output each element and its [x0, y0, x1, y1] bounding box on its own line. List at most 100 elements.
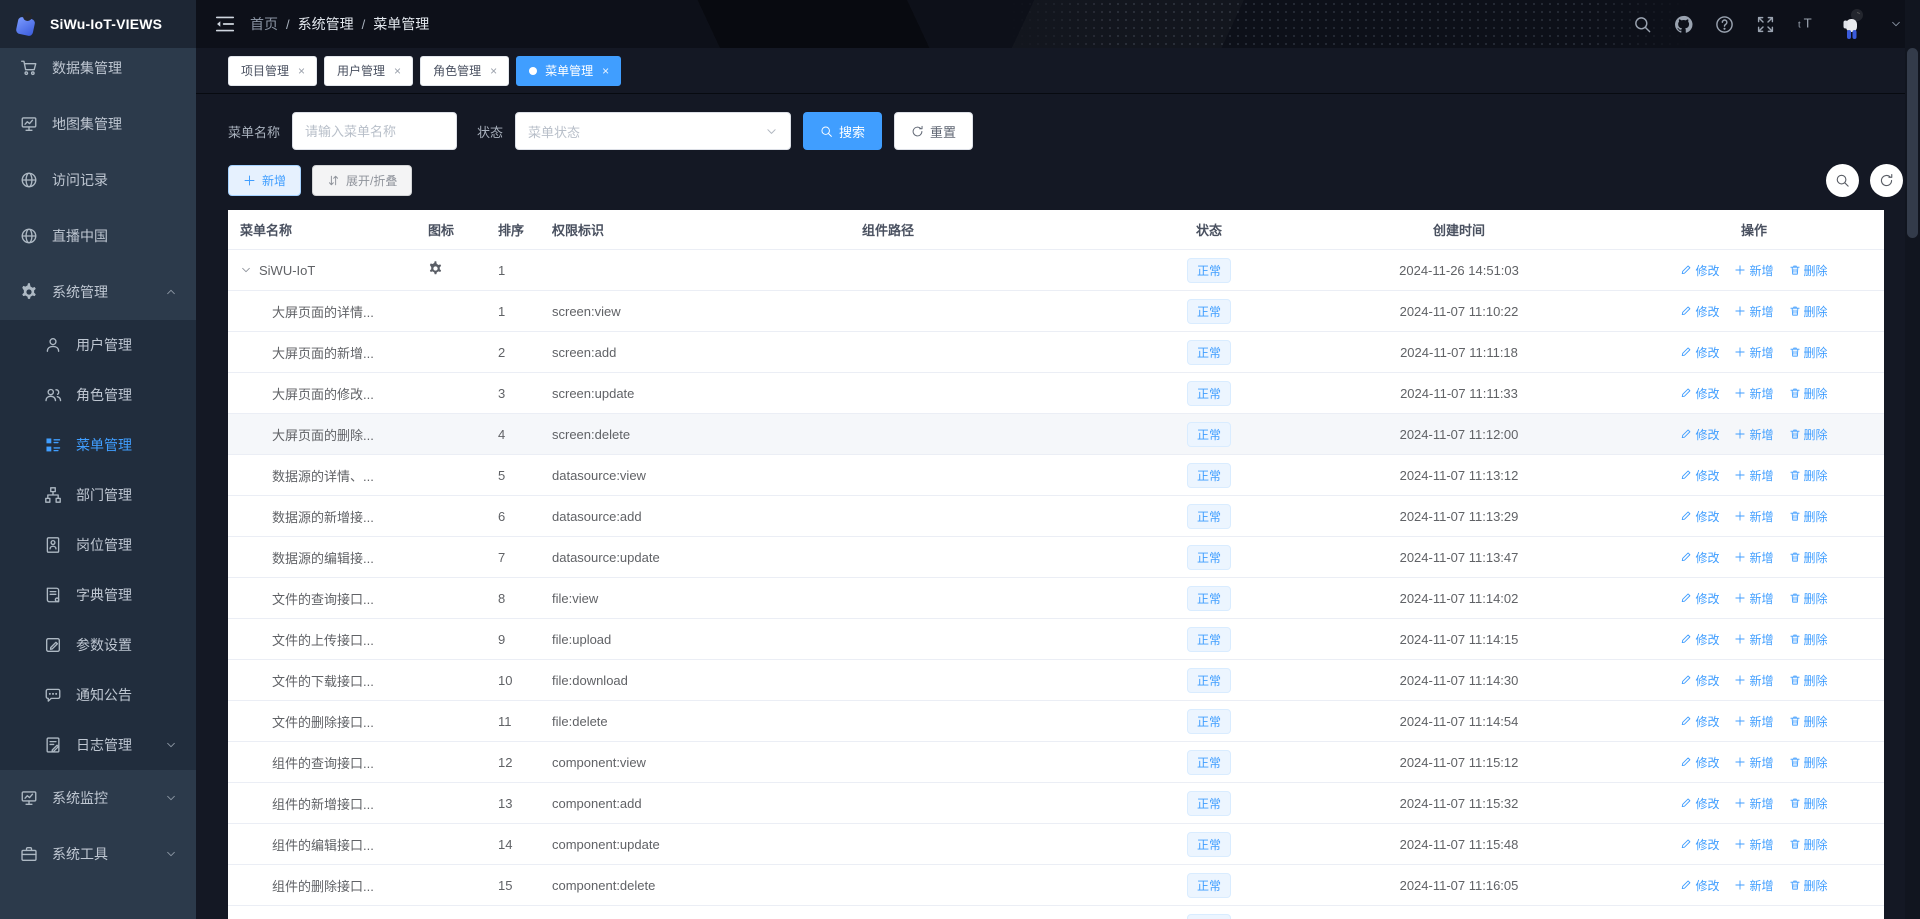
row-action-delete[interactable]: 删除 — [1789, 795, 1828, 812]
row-action-add[interactable]: 新增 — [1734, 303, 1773, 320]
sidebar-item-visit-log[interactable]: 访问记录 — [0, 152, 196, 208]
row-action-edit[interactable]: 修改 — [1680, 713, 1719, 730]
row-action-delete[interactable]: 删除 — [1789, 426, 1828, 443]
table-row[interactable]: 大屏页面的详情...1screen:view正常2024-11-07 11:10… — [228, 291, 1884, 332]
row-action-delete[interactable]: 删除 — [1789, 836, 1828, 853]
sidebar-item-atlas-mgmt[interactable]: 地图集管理 — [0, 96, 196, 152]
table-row[interactable]: 组件的删除接口...15component:delete正常2024-11-07… — [228, 865, 1884, 906]
row-action-delete[interactable]: 删除 — [1789, 262, 1828, 279]
vertical-scrollbar[interactable] — [1905, 0, 1920, 919]
refresh-table-button[interactable] — [1870, 164, 1903, 197]
tab-role-mgmt[interactable]: 角色管理× — [420, 56, 509, 86]
row-action-add[interactable]: 新增 — [1734, 836, 1773, 853]
reset-button[interactable]: 重置 — [894, 112, 973, 150]
tab-close-icon[interactable]: × — [489, 64, 498, 78]
row-action-edit[interactable]: 修改 — [1680, 877, 1719, 894]
row-action-delete[interactable]: 删除 — [1789, 672, 1828, 689]
table-row[interactable]: 大屏页面的新增...2screen:add正常2024-11-07 11:11:… — [228, 332, 1884, 373]
row-action-add[interactable]: 新增 — [1734, 590, 1773, 607]
row-action-edit[interactable]: 修改 — [1680, 672, 1719, 689]
tab-close-icon[interactable]: × — [601, 64, 610, 78]
row-action-edit[interactable]: 修改 — [1680, 467, 1719, 484]
row-action-add[interactable]: 新增 — [1734, 385, 1773, 402]
row-action-edit[interactable]: 修改 — [1680, 754, 1719, 771]
row-action-edit[interactable]: 修改 — [1680, 385, 1719, 402]
row-action-delete[interactable]: 删除 — [1789, 344, 1828, 361]
row-action-delete[interactable]: 删除 — [1789, 549, 1828, 566]
row-action-delete[interactable]: 删除 — [1789, 713, 1828, 730]
expand-caret-icon[interactable] — [240, 264, 252, 276]
search-button[interactable]: 搜索 — [803, 112, 882, 150]
tab-close-icon[interactable]: × — [393, 64, 402, 78]
row-action-delete[interactable]: 删除 — [1789, 754, 1828, 771]
row-action-edit[interactable]: 修改 — [1680, 262, 1719, 279]
tab-project-mgmt[interactable]: 项目管理× — [228, 56, 317, 86]
sidebar-item-dept-mgmt[interactable]: 部门管理 — [0, 470, 196, 520]
breadcrumb-item[interactable]: 首页 — [250, 14, 278, 34]
row-action-delete[interactable]: 删除 — [1789, 508, 1828, 525]
table-row[interactable]: 组件的编辑接口...14component:update正常2024-11-07… — [228, 824, 1884, 865]
sidebar-item-dataset-mgmt[interactable]: 数据集管理 — [0, 40, 196, 96]
menu-name-input[interactable] — [292, 112, 457, 150]
status-select[interactable]: 菜单状态 — [515, 112, 791, 150]
row-action-add[interactable]: 新增 — [1734, 508, 1773, 525]
table-row[interactable]: SiWU-IoT1正常2024-11-26 14:51:03修改新增删除 — [228, 250, 1884, 291]
row-action-add[interactable]: 新增 — [1734, 426, 1773, 443]
row-action-delete[interactable]: 删除 — [1789, 303, 1828, 320]
sidebar-item-live-china[interactable]: 直播中国 — [0, 208, 196, 264]
table-row[interactable]: 地图数据的查询...16map:view正常2024-11-07 11:16:2… — [228, 906, 1884, 919]
row-action-add[interactable]: 新增 — [1734, 754, 1773, 771]
sidebar-item-param-settings[interactable]: 参数设置 — [0, 620, 196, 670]
tab-user-mgmt[interactable]: 用户管理× — [324, 56, 413, 86]
table-row[interactable]: 文件的上传接口...9file:upload正常2024-11-07 11:14… — [228, 619, 1884, 660]
row-action-edit[interactable]: 修改 — [1680, 549, 1719, 566]
table-row[interactable]: 文件的下载接口...10file:download正常2024-11-07 11… — [228, 660, 1884, 701]
row-action-add[interactable]: 新增 — [1734, 672, 1773, 689]
sidebar-fold-icon[interactable] — [214, 13, 236, 35]
help-icon[interactable] — [1715, 15, 1734, 34]
row-action-edit[interactable]: 修改 — [1680, 508, 1719, 525]
show-search-button[interactable] — [1826, 164, 1859, 197]
row-action-delete[interactable]: 删除 — [1789, 631, 1828, 648]
row-action-add[interactable]: 新增 — [1734, 467, 1773, 484]
table-row[interactable]: 数据源的编辑接...7datasource:update正常2024-11-07… — [228, 537, 1884, 578]
user-avatar[interactable] — [1838, 7, 1868, 41]
scrollbar-thumb[interactable] — [1907, 48, 1918, 238]
tab-menu-mgmt[interactable]: 菜单管理× — [516, 56, 621, 86]
sidebar-item-system-mgmt[interactable]: 系统管理 — [0, 264, 196, 320]
row-action-edit[interactable]: 修改 — [1680, 426, 1719, 443]
row-action-add[interactable]: 新增 — [1734, 795, 1773, 812]
tab-close-icon[interactable]: × — [297, 64, 306, 78]
table-row[interactable]: 数据源的详情、...5datasource:view正常2024-11-07 1… — [228, 455, 1884, 496]
sidebar-item-role-mgmt[interactable]: 角色管理 — [0, 370, 196, 420]
row-action-delete[interactable]: 删除 — [1789, 590, 1828, 607]
table-row[interactable]: 组件的新增接口...13component:add正常2024-11-07 11… — [228, 783, 1884, 824]
row-action-edit[interactable]: 修改 — [1680, 344, 1719, 361]
breadcrumb-item[interactable]: 菜单管理 — [373, 14, 429, 34]
row-action-delete[interactable]: 删除 — [1789, 877, 1828, 894]
table-row[interactable]: 大屏页面的修改...3screen:update正常2024-11-07 11:… — [228, 373, 1884, 414]
fullscreen-icon[interactable] — [1756, 15, 1775, 34]
table-row[interactable]: 数据源的新增接...6datasource:add正常2024-11-07 11… — [228, 496, 1884, 537]
sidebar-item-system-tools[interactable]: 系统工具 — [0, 826, 196, 882]
expand-collapse-button[interactable]: 展开/折叠 — [312, 165, 412, 196]
table-row[interactable]: 组件的查询接口...12component:view正常2024-11-07 1… — [228, 742, 1884, 783]
breadcrumb-item[interactable]: 系统管理 — [298, 14, 354, 34]
chevron-down-icon[interactable] — [1890, 18, 1902, 30]
search-icon[interactable] — [1633, 15, 1652, 34]
sidebar-item-notice[interactable]: 通知公告 — [0, 670, 196, 720]
row-action-add[interactable]: 新增 — [1734, 262, 1773, 279]
row-action-add[interactable]: 新增 — [1734, 631, 1773, 648]
row-action-delete[interactable]: 删除 — [1789, 467, 1828, 484]
sidebar-item-user-mgmt[interactable]: 用户管理 — [0, 320, 196, 370]
table-row[interactable]: 大屏页面的删除...4screen:delete正常2024-11-07 11:… — [228, 414, 1884, 455]
row-action-add[interactable]: 新增 — [1734, 344, 1773, 361]
row-action-edit[interactable]: 修改 — [1680, 795, 1719, 812]
row-action-edit[interactable]: 修改 — [1680, 836, 1719, 853]
sidebar-item-system-monitor[interactable]: 系统监控 — [0, 770, 196, 826]
sidebar-item-dict-mgmt[interactable]: 字典管理 — [0, 570, 196, 620]
row-action-add[interactable]: 新增 — [1734, 549, 1773, 566]
table-row[interactable]: 文件的查询接口...8file:view正常2024-11-07 11:14:0… — [228, 578, 1884, 619]
row-action-edit[interactable]: 修改 — [1680, 631, 1719, 648]
sidebar-item-menu-mgmt[interactable]: 菜单管理 — [0, 420, 196, 470]
